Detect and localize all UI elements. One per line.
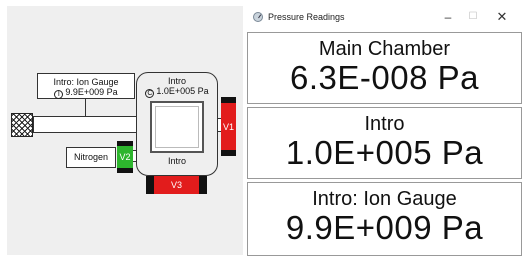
close-button[interactable]: ✕ — [490, 8, 514, 26]
transfer-pipe — [33, 116, 137, 133]
reading-label: Intro: Ion Gauge — [312, 188, 457, 210]
chamber-gauge-icon: C — [145, 89, 155, 98]
maximize-button[interactable]: ☐ — [461, 8, 485, 26]
ion-gauge-icon: I — [54, 90, 64, 99]
reading-value: 1.0E+005 Pa — [285, 134, 484, 171]
reading-panel-intro: Intro 1.0E+005 Pa — [247, 107, 522, 179]
v3-flange-right — [199, 176, 207, 194]
chamber-viewport — [150, 101, 204, 153]
chamber-gauge-value: 1.0E+005 Pa — [156, 86, 209, 96]
gauge-app-icon — [253, 12, 263, 22]
reading-label: Main Chamber — [318, 38, 451, 60]
ion-gauge-value: 9.9E+009 Pa — [65, 87, 118, 97]
ion-gauge-connector — [85, 99, 86, 116]
manipulator-icon — [11, 113, 33, 137]
v3-flange-left — [146, 176, 154, 194]
pressure-readings-window: Pressure Readings – ☐ ✕ Main Chamber 6.3… — [245, 0, 524, 261]
nitrogen-label: Nitrogen — [66, 147, 116, 168]
chamber-label: Intro — [167, 156, 186, 166]
ion-gauge-title: Intro: Ion Gauge — [53, 77, 119, 87]
v1-valve[interactable]: V1 — [221, 103, 236, 150]
chamber-gauge-reading: C 1.0E+005 Pa — [136, 86, 218, 98]
chamber-schematic: Intro: Ion Gauge I 9.9E+009 Pa Intro C 1.0… — [0, 0, 245, 261]
ion-gauge-reading: I 9.9E+009 Pa — [38, 87, 134, 99]
reading-panel-intro-ion-gauge: Intro: Ion Gauge 9.9E+009 Pa — [247, 182, 522, 256]
reading-value: 6.3E-008 Pa — [290, 59, 479, 96]
v3-valve[interactable]: V3 — [154, 176, 199, 194]
title-bar[interactable]: Pressure Readings – ☐ ✕ — [245, 0, 524, 31]
reading-label: Intro — [364, 113, 405, 135]
v2-flange-bottom — [117, 168, 133, 173]
reading-panel-main-chamber: Main Chamber 6.3E-008 Pa — [247, 32, 522, 104]
chamber-gauge-label: Intro C 1.0E+005 Pa — [136, 76, 218, 98]
minimize-button[interactable]: – — [436, 8, 460, 26]
chamber-gauge-title: Intro — [167, 76, 186, 86]
ion-gauge-label-box[interactable]: Intro: Ion Gauge I 9.9E+009 Pa — [37, 73, 135, 99]
v2-valve[interactable]: V2 — [117, 146, 133, 168]
window-title: Pressure Readings — [268, 12, 345, 22]
v1-flange-bottom — [221, 150, 236, 156]
reading-value: 9.9E+009 Pa — [285, 209, 484, 246]
chamber-viewport-inner — [155, 106, 199, 148]
